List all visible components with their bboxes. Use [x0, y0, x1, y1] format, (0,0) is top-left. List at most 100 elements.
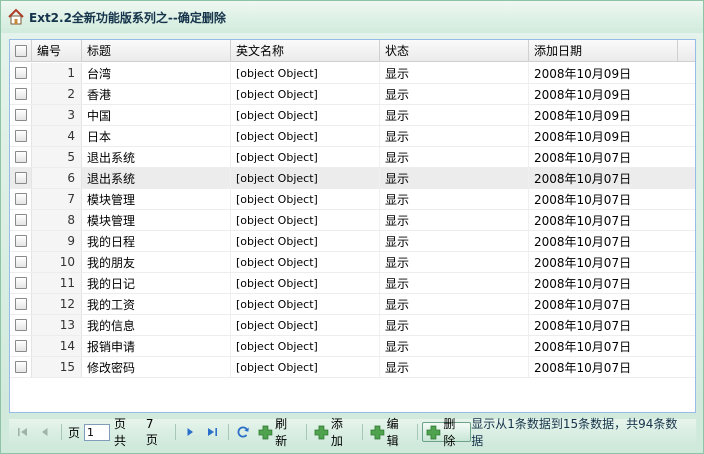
select-all-checkbox[interactable]: [10, 40, 32, 61]
row-en-name: [object Object]: [231, 84, 380, 104]
row-title: 我的朋友: [82, 252, 231, 272]
column-header-no[interactable]: 编号: [32, 40, 82, 61]
row-checkbox[interactable]: [10, 84, 32, 104]
refresh-icon: [237, 426, 250, 438]
page-label: 页: [68, 425, 81, 440]
next-page-button[interactable]: [180, 422, 200, 442]
row-checkbox[interactable]: [10, 189, 32, 209]
toolbar-separator: [417, 424, 419, 440]
row-title: 退出系统: [82, 168, 231, 188]
last-page-button[interactable]: [202, 422, 222, 442]
row-checkbox[interactable]: [10, 63, 32, 83]
row-title: 日本: [82, 126, 231, 146]
refresh-icon-button[interactable]: [233, 422, 253, 442]
row-checkbox[interactable]: [10, 231, 32, 251]
row-checkbox[interactable]: [10, 168, 32, 188]
row-date: 2008年10月07日: [534, 318, 632, 333]
table-row[interactable]: 7 模块管理 [object Object] 显示 2008年10月07日: [10, 189, 695, 210]
table-row[interactable]: 2 香港 [object Object] 显示 2008年10月09日: [10, 84, 695, 105]
table-row[interactable]: 14 报销申请 [object Object] 显示 2008年10月07日: [10, 336, 695, 357]
table-row[interactable]: 1 台湾 [object Object] 显示 2008年10月09日: [10, 63, 695, 84]
table-row[interactable]: 3 中国 [object Object] 显示 2008年10月09日: [10, 105, 695, 126]
row-checkbox[interactable]: [10, 357, 32, 377]
row-checkbox[interactable]: [10, 126, 32, 146]
first-page-button[interactable]: [13, 422, 33, 442]
row-checkbox[interactable]: [10, 315, 32, 335]
row-en-name: [object Object]: [231, 189, 380, 209]
row-number: 4: [32, 126, 82, 146]
row-status: 显示: [380, 189, 529, 209]
column-header-filler: [678, 40, 695, 61]
plus-icon: [258, 425, 273, 439]
row-checkbox[interactable]: [10, 210, 32, 230]
row-checkbox[interactable]: [10, 252, 32, 272]
row-checkbox[interactable]: [10, 147, 32, 167]
refresh-button[interactable]: 刷新: [255, 417, 302, 448]
row-title: 模块管理: [82, 189, 231, 209]
row-checkbox[interactable]: [10, 294, 32, 314]
column-header-title[interactable]: 标题: [82, 40, 231, 61]
table-row[interactable]: 9 我的日程 [object Object] 显示 2008年10月07日: [10, 231, 695, 252]
row-checkbox[interactable]: [10, 273, 32, 293]
table-row[interactable]: 13 我的信息 [object Object] 显示 2008年10月07日: [10, 315, 695, 336]
grid-body: 1 台湾 [object Object] 显示 2008年10月09日 2 香港 [objec…: [10, 63, 695, 378]
total-pages-suffix: 页: [145, 432, 158, 447]
toolbar-separator: [61, 424, 62, 440]
page-of-label: 页共: [114, 417, 127, 448]
first-page-icon: [18, 428, 27, 436]
column-header-status[interactable]: 状态: [380, 40, 529, 61]
prev-page-icon: [42, 428, 48, 436]
edit-button[interactable]: 编辑: [367, 417, 414, 448]
row-status: 显示: [380, 168, 529, 188]
plus-icon: [370, 425, 384, 439]
data-grid: 编号 标题 英文名称 状态 添加日期 1 台湾 [object Object] 显示 2…: [9, 39, 696, 413]
column-header-date[interactable]: 添加日期: [529, 40, 678, 61]
table-row[interactable]: 8 模块管理 [object Object] 显示 2008年10月07日: [10, 210, 695, 231]
add-button[interactable]: 添加: [311, 417, 358, 448]
table-row[interactable]: 15 修改密码 [object Object] 显示 2008年10月07日: [10, 357, 695, 378]
prev-page-button[interactable]: [35, 422, 55, 442]
row-status: 显示: [380, 126, 529, 146]
row-checkbox[interactable]: [10, 105, 32, 125]
row-number: 2: [32, 84, 82, 104]
row-en-name: [object Object]: [231, 294, 380, 314]
total-pages: 7 页: [146, 417, 169, 448]
row-number: 5: [32, 147, 82, 167]
row-en-name: [object Object]: [231, 231, 380, 251]
row-en-name: [object Object]: [231, 252, 380, 272]
row-date: 2008年10月07日: [534, 213, 632, 228]
row-checkbox[interactable]: [10, 336, 32, 356]
row-number: 15: [32, 357, 82, 377]
row-title: 中国: [82, 105, 231, 125]
row-en-name: [object Object]: [231, 210, 380, 230]
row-status: 显示: [380, 105, 529, 125]
delete-button[interactable]: 删除: [422, 417, 472, 448]
row-status: 显示: [380, 357, 529, 377]
row-en-name: [object Object]: [231, 168, 380, 188]
row-status: 显示: [380, 147, 529, 167]
table-row[interactable]: 6 退出系统 [object Object] 显示 2008年10月07日: [10, 168, 695, 189]
toolbar-separator: [361, 424, 363, 440]
paging-toolbar: 页 页共 7 页 刷新: [9, 417, 696, 448]
table-row[interactable]: 10 我的朋友 [object Object] 显示 2008年10月07日: [10, 252, 695, 273]
row-number: 14: [32, 336, 82, 356]
page-number-input[interactable]: [84, 423, 111, 441]
table-row[interactable]: 4 日本 [object Object] 显示 2008年10月09日: [10, 126, 695, 147]
row-en-name: [object Object]: [231, 126, 380, 146]
row-number: 7: [32, 189, 82, 209]
edit-label: 编辑: [386, 417, 399, 448]
table-row[interactable]: 5 退出系统 [object Object] 显示 2008年10月07日: [10, 147, 695, 168]
row-title: 报销申请: [82, 336, 231, 356]
table-row[interactable]: 12 我的工资 [object Object] 显示 2008年10月07日: [10, 294, 695, 315]
plus-icon: [427, 425, 441, 439]
row-title: 修改密码: [82, 357, 231, 377]
column-header-en-name[interactable]: 英文名称: [231, 40, 380, 61]
row-date: 2008年10月07日: [534, 339, 632, 354]
toolbar-separator: [305, 424, 307, 440]
row-status: 显示: [380, 210, 529, 230]
row-number: 3: [32, 105, 82, 125]
row-date: 2008年10月09日: [534, 108, 632, 123]
next-page-icon: [187, 428, 194, 436]
table-row[interactable]: 11 我的日记 [object Object] 显示 2008年10月07日: [10, 273, 695, 294]
row-date: 2008年10月07日: [534, 234, 632, 249]
